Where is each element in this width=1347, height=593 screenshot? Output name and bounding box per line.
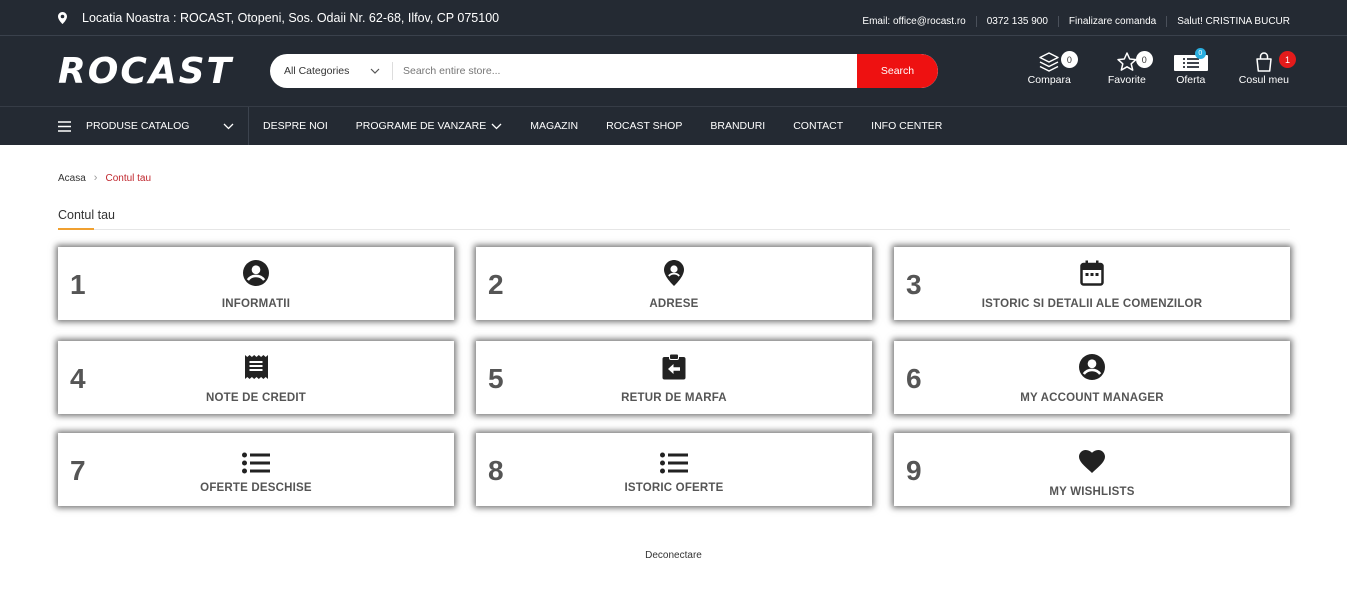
cart-button[interactable]: 1 Cosul meu xyxy=(1238,50,1296,86)
account-circle-icon xyxy=(1079,354,1105,380)
header-actions: 0 Compara 0 Favorite 0 Oferta 1 Cosul me… xyxy=(1027,48,1296,86)
nav-item-rocast-shop[interactable]: ROCAST SHOP xyxy=(606,120,682,132)
chevron-down-icon xyxy=(370,68,380,74)
account-card-wishlists[interactable]: 9 MY WISHLISTS xyxy=(894,433,1290,506)
nav-item-branduri[interactable]: BRANDURI xyxy=(710,120,765,132)
offer-count-badge: 0 xyxy=(1194,48,1206,59)
offer-label: Oferta xyxy=(1176,74,1206,86)
compare-button[interactable]: 0 Compara xyxy=(1027,50,1078,86)
chevron-down-icon xyxy=(491,123,502,129)
card-label: MY ACCOUNT MANAGER xyxy=(1020,392,1164,404)
catalog-menu-label: PRODUSE CATALOG xyxy=(86,120,190,132)
nav-item-magazin[interactable]: MAGAZIN xyxy=(530,120,578,132)
card-label: RETUR DE MARFA xyxy=(621,392,727,404)
card-label: INFORMATII xyxy=(221,298,291,310)
nav-items: DESPRE NOI PROGRAME DE VANZARE MAGAZIN R… xyxy=(249,120,970,132)
checkout-link[interactable]: Finalizare comanda xyxy=(1057,16,1166,27)
favorites-label: Favorite xyxy=(1107,74,1146,86)
list-icon xyxy=(660,452,688,474)
card-label: ISTORIC OFERTE xyxy=(624,482,724,494)
compare-count-badge: 0 xyxy=(1060,51,1078,68)
top-links: Email: office@rocast.ro 0372 135 900 Fin… xyxy=(852,8,1290,27)
nav-item-programe-de-vanzare[interactable]: PROGRAME DE VANZARE xyxy=(356,120,503,132)
store-location: Locatia Noastra : ROCAST, Otopeni, Sos. … xyxy=(58,11,499,25)
category-select[interactable]: All Categories xyxy=(270,62,393,80)
account-card-note-credit[interactable]: 4 NOTE DE CREDIT xyxy=(58,341,454,414)
account-card-informatii[interactable]: 1 INFORMATII xyxy=(58,247,454,320)
breadcrumb-separator-icon: › xyxy=(93,172,98,184)
star-icon xyxy=(1117,52,1137,71)
hamburger-icon xyxy=(58,120,71,132)
cart-count-badge: 1 xyxy=(1279,51,1296,68)
nav-item-info-center[interactable]: INFO CENTER xyxy=(871,120,942,132)
chevron-down-icon xyxy=(223,123,234,129)
card-label: NOTE DE CREDIT xyxy=(206,392,306,404)
logout-link[interactable]: Deconectare xyxy=(0,550,1347,561)
map-marker-icon xyxy=(58,11,67,24)
list-icon xyxy=(242,452,270,474)
account-card-retur-marfa[interactable]: 5 RETUR DE MARFA xyxy=(476,341,872,414)
breadcrumb-home[interactable]: Acasa xyxy=(58,173,86,184)
nav-item-despre-noi[interactable]: DESPRE NOI xyxy=(263,120,328,132)
account-card-istoric-oferte[interactable]: 8 ISTORIC OFERTE xyxy=(476,433,872,506)
compare-layers-icon xyxy=(1039,52,1060,72)
offer-button[interactable]: 0 Oferta xyxy=(1173,48,1208,86)
logo[interactable]: ROCAST xyxy=(58,51,270,92)
heart-icon xyxy=(1079,450,1105,473)
header: ROCAST All Categories Search 0 Compara 0… xyxy=(0,36,1347,106)
account-card-istoric-comenzi[interactable]: 3 ISTORIC SI DETALII ALE COMENZILOR xyxy=(894,247,1290,320)
account-card-adrese[interactable]: 2 ADRESE xyxy=(476,247,872,320)
receipt-icon xyxy=(245,355,268,379)
email-link[interactable]: Email: office@rocast.ro xyxy=(852,16,975,27)
card-label: MY WISHLISTS xyxy=(1049,486,1135,498)
breadcrumb: Acasa › Contul tau xyxy=(58,172,151,184)
category-select-value: All Categories xyxy=(284,65,350,77)
search-input[interactable] xyxy=(393,54,857,88)
card-label: ISTORIC SI DETALII ALE COMENZILOR xyxy=(981,298,1203,310)
page-title: Contul tau xyxy=(58,208,115,222)
catalog-menu-button[interactable]: PRODUSE CATALOG xyxy=(58,107,249,145)
search-bar: All Categories Search xyxy=(270,54,938,88)
phone-link[interactable]: 0372 135 900 xyxy=(975,16,1058,27)
calendar-icon xyxy=(1080,260,1104,286)
search-button[interactable]: Search xyxy=(857,54,938,88)
account-card-oferte-deschise[interactable]: 7 OFERTE DESCHISE xyxy=(58,433,454,506)
main-nav: PRODUSE CATALOG DESPRE NOI PROGRAME DE V… xyxy=(0,106,1347,145)
card-label: OFERTE DESCHISE xyxy=(200,482,312,494)
location-pin-icon xyxy=(664,260,684,286)
top-bar: Locatia Noastra : ROCAST, Otopeni, Sos. … xyxy=(0,0,1347,36)
shopping-bag-icon xyxy=(1256,52,1272,72)
nav-item-label: PROGRAME DE VANZARE xyxy=(355,120,487,132)
return-clipboard-icon xyxy=(662,354,686,380)
user-greeting[interactable]: Salut! CRISTINA BUCUR xyxy=(1166,16,1290,27)
account-card-account-manager[interactable]: 6 MY ACCOUNT MANAGER xyxy=(894,341,1290,414)
account-circle-icon xyxy=(243,260,269,286)
cart-label: Cosul meu xyxy=(1238,74,1289,86)
favorites-count-badge: 0 xyxy=(1135,51,1153,68)
compare-label: Compara xyxy=(1027,74,1071,86)
nav-item-contact[interactable]: CONTACT xyxy=(793,120,843,132)
breadcrumb-current: Contul tau xyxy=(105,172,152,184)
favorites-button[interactable]: 0 Favorite xyxy=(1107,50,1153,86)
card-label: ADRESE xyxy=(649,298,699,310)
location-text: Locatia Noastra : ROCAST, Otopeni, Sos. … xyxy=(82,10,500,25)
title-divider xyxy=(58,228,1290,230)
